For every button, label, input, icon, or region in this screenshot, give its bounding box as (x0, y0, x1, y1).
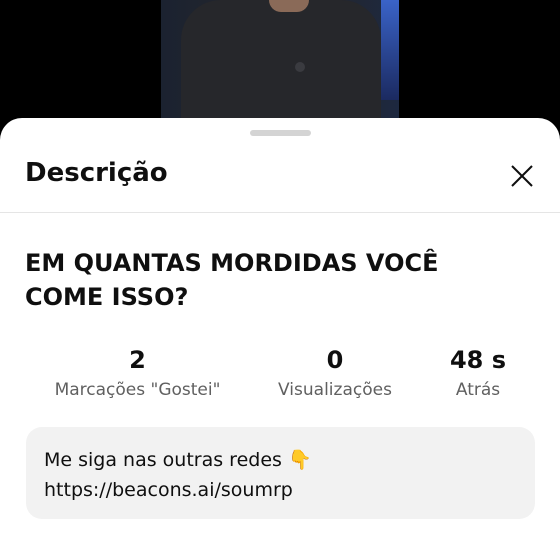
drag-handle[interactable] (250, 130, 311, 136)
description-link[interactable]: https://beacons.ai/soumrp (44, 475, 312, 505)
divider (0, 212, 560, 213)
person-neck (269, 0, 309, 12)
video-title: EM QUANTAS MORDIDAS VOCÊ COME ISSO? (25, 249, 439, 311)
close-icon[interactable] (505, 159, 539, 193)
description-text: Me siga nas outras redes 👇 https://beaco… (44, 445, 312, 505)
description-sheet: Descrição EM QUANTAS MORDIDAS VOCÊ COME … (0, 118, 560, 560)
sheet-title: Descrição (25, 158, 168, 188)
stats-row: 2 Marcações "Gostei" 0 Visualizações 48 … (0, 344, 560, 414)
video-frame (161, 0, 399, 122)
person-figure (181, 0, 381, 122)
likes-count: 2 (129, 346, 146, 374)
age-label: Atrás (455, 380, 501, 400)
likes-label: Marcações "Gostei" (54, 380, 221, 400)
shirt-button (295, 62, 305, 72)
background-screen (381, 0, 399, 100)
description-box[interactable]: Me siga nas outras redes 👇 https://beaco… (26, 427, 535, 519)
views-stat: 0 Visualizações (265, 344, 405, 404)
description-line: Me siga nas outras redes 👇 (44, 449, 312, 471)
age-stat: 48 s Atrás (438, 344, 518, 404)
age-value: 48 s (449, 346, 507, 374)
likes-stat: 2 Marcações "Gostei" (40, 344, 235, 404)
views-label: Visualizações (278, 380, 392, 400)
views-count: 0 (326, 346, 344, 374)
